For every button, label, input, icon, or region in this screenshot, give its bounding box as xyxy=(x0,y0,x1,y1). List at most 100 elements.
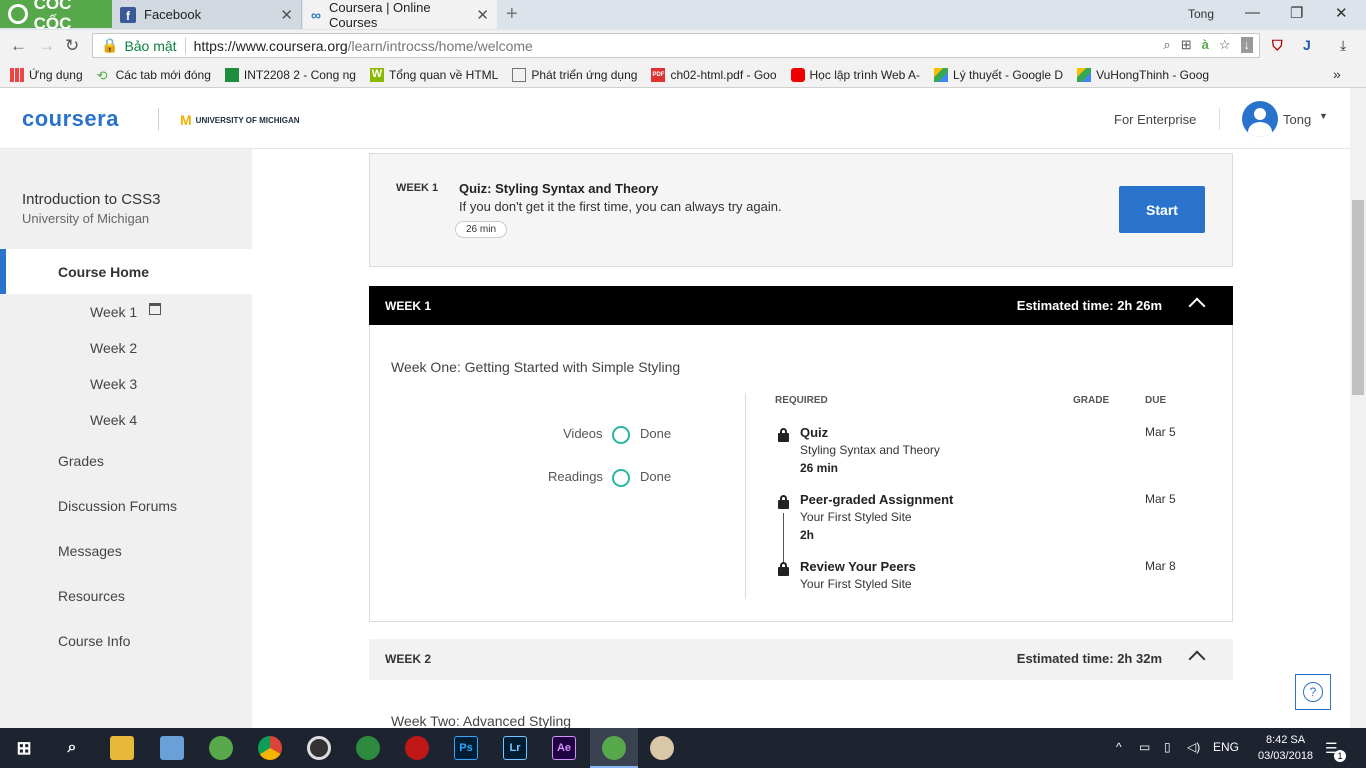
duration-badge: 26 min xyxy=(455,221,507,238)
item-subtitle[interactable]: Your First Styled Site xyxy=(800,577,912,591)
item-due: Mar 5 xyxy=(1145,492,1176,506)
translate-icon[interactable]: ⊞ xyxy=(1181,37,1192,53)
bookmark-item[interactable]: Lý thuyết - Google D xyxy=(934,67,1063,82)
scrollbar-thumb[interactable] xyxy=(1352,200,1364,395)
close-tab-icon[interactable]: ✕ xyxy=(476,6,489,24)
chevron-down-icon[interactable]: ▼ xyxy=(1319,111,1328,121)
back-icon[interactable]: ← xyxy=(10,36,27,56)
chevron-up-icon[interactable] xyxy=(1188,650,1206,668)
week-subtitle: Week Two: Advanced Styling xyxy=(391,713,572,729)
reload-icon[interactable]: ↻ xyxy=(65,36,79,56)
tray-chevron-up-icon[interactable]: ^ xyxy=(1116,740,1122,754)
item-title[interactable]: Peer-graded Assignment xyxy=(800,492,953,507)
sheets-icon xyxy=(224,67,239,82)
bookmark-item[interactable]: VuHongThinh - Goog xyxy=(1077,67,1209,82)
sidebar-item-messages[interactable]: Messages xyxy=(58,543,122,559)
after-effects-icon[interactable]: Ae xyxy=(552,736,576,760)
bookmark-label: Các tab mới đóng xyxy=(115,67,211,82)
windows-start-icon[interactable]: ⊞ xyxy=(12,736,36,760)
file-explorer-icon[interactable] xyxy=(110,736,134,760)
for-enterprise-link[interactable]: For Enterprise xyxy=(1114,112,1196,127)
help-button[interactable]: ? xyxy=(1295,674,1331,710)
progress-ring-icon xyxy=(612,469,630,487)
more-bookmarks-icon[interactable]: » xyxy=(1333,66,1341,82)
card-title[interactable]: Quiz: Styling Syntax and Theory xyxy=(459,181,658,196)
sidebar-item-course-info[interactable]: Course Info xyxy=(58,633,130,649)
item-title[interactable]: Quiz xyxy=(800,425,828,440)
search-icon[interactable]: ⌕ xyxy=(60,736,84,760)
partner-logo[interactable]: M UNIVERSITY OF MICHIGAN xyxy=(180,112,300,128)
coccoc-taskbar-icon[interactable] xyxy=(209,736,233,760)
item-due: Mar 8 xyxy=(1145,559,1176,573)
start-button[interactable]: Start xyxy=(1119,186,1205,233)
new-tab-icon[interactable]: + xyxy=(506,3,518,26)
url-path: /learn/introcss/home/welcome xyxy=(347,37,533,54)
partner-name: UNIVERSITY OF MICHIGAN xyxy=(195,115,300,125)
sidebar-item-week-2[interactable]: Week 2 xyxy=(90,340,137,356)
bookmark-item[interactable]: Học lập trình Web A- xyxy=(790,67,920,82)
bookmark-star-icon[interactable]: ☆ xyxy=(1219,37,1231,53)
coursera-logo[interactable]: coursera xyxy=(22,106,119,132)
clock-date: 03/03/2018 xyxy=(1258,750,1314,762)
pdf-icon: PDF xyxy=(651,67,666,82)
close-tab-icon[interactable]: ✕ xyxy=(280,6,293,24)
chevron-up-icon[interactable] xyxy=(1188,297,1206,315)
coccoc-logo-icon xyxy=(8,4,28,24)
page-scrollbar[interactable] xyxy=(1350,88,1366,728)
sidebar-item-resources[interactable]: Resources xyxy=(58,588,125,604)
battery-icon[interactable]: ▯ xyxy=(1164,740,1171,754)
bookmark-label: Tổng quan về HTML xyxy=(388,67,499,82)
tab-facebook[interactable]: f Facebook ✕ xyxy=(112,0,302,29)
paint-icon[interactable] xyxy=(650,736,674,760)
coccoc-a-icon[interactable]: à xyxy=(1202,37,1209,53)
extension-j-icon[interactable]: J xyxy=(1303,37,1311,53)
media-player-icon[interactable] xyxy=(307,736,331,760)
forward-icon[interactable]: → xyxy=(38,36,55,56)
sidebar-item-discussion-forums[interactable]: Discussion Forums xyxy=(58,498,177,514)
bookmark-item[interactable]: PDF ch02-html.pdf - Goo xyxy=(651,67,777,82)
volume-icon[interactable]: ◁) xyxy=(1187,740,1200,754)
item-title[interactable]: Review Your Peers xyxy=(800,559,916,574)
network-icon[interactable]: ▭ xyxy=(1139,740,1150,754)
lightroom-icon[interactable]: Lr xyxy=(503,736,527,760)
sidebar-item-week-1[interactable]: Week 1 xyxy=(90,304,137,320)
chrome-icon[interactable] xyxy=(258,736,282,760)
bookmark-recent-tabs[interactable]: ⟲ Các tab mới đóng xyxy=(97,68,211,82)
close-window-icon[interactable]: ✕ xyxy=(1335,4,1348,22)
week-1-header[interactable]: WEEK 1 Estimated time: 2h 26m xyxy=(369,286,1233,325)
app-cube-icon[interactable] xyxy=(160,736,184,760)
language-indicator[interactable]: ENG xyxy=(1213,740,1239,754)
globe-app-icon[interactable] xyxy=(356,736,380,760)
sidebar-item-week-3[interactable]: Week 3 xyxy=(90,376,137,392)
downloads-icon[interactable]: ⤓ xyxy=(1340,37,1346,54)
bookmark-apps[interactable]: Ứng dụng xyxy=(10,67,83,82)
item-subtitle[interactable]: Your First Styled Site xyxy=(800,510,912,524)
photoshop-icon[interactable]: Ps xyxy=(454,736,478,760)
zoom-icon[interactable]: ⌕ xyxy=(1163,37,1170,53)
week-2-header[interactable]: WEEK 2 Estimated time: 2h 32m xyxy=(369,639,1233,680)
download-arrow-icon[interactable]: ↓ xyxy=(1240,37,1253,53)
minimize-icon[interactable]: — xyxy=(1245,4,1260,21)
window-user-label[interactable]: Tong xyxy=(1188,7,1214,21)
clock[interactable]: 8:42 SA 03/03/2018 xyxy=(1258,732,1313,764)
address-bar[interactable]: 🔒 Bảo mật https://www.coursera.org /lear… xyxy=(92,33,1260,58)
bookmark-item[interactable]: W Tổng quan về HTML xyxy=(369,67,499,82)
sidebar-item-label[interactable]: Course Home xyxy=(58,264,149,280)
course-university: University of Michigan xyxy=(22,211,150,226)
week-subtitle: Week One: Getting Started with Simple St… xyxy=(391,359,681,375)
tab-coursera[interactable]: ∞ Coursera | Online Courses ✕ xyxy=(303,0,497,30)
sidebar-item-grades[interactable]: Grades xyxy=(58,453,104,469)
tab-label: Facebook xyxy=(144,7,202,22)
avatar[interactable] xyxy=(1242,101,1278,137)
ublock-extension-icon[interactable]: ⛉ xyxy=(1272,37,1283,54)
maximize-icon[interactable]: ❐ xyxy=(1290,4,1303,22)
item-subtitle[interactable]: Styling Syntax and Theory xyxy=(800,443,940,457)
sidebar-item-week-4[interactable]: Week 4 xyxy=(90,412,137,428)
user-menu-name[interactable]: Tong xyxy=(1283,112,1311,127)
garena-icon[interactable] xyxy=(405,736,429,760)
bookmark-item[interactable]: Phát triển ứng dụng xyxy=(512,67,637,82)
bookmark-item[interactable]: INT2208 2 - Cong ng xyxy=(224,67,356,82)
coccoc-menu-button[interactable]: CỐC CỐC xyxy=(0,0,112,33)
coursera-favicon-icon: ∞ xyxy=(311,6,321,23)
bookmark-label: ch02-html.pdf - Goo xyxy=(670,67,777,82)
